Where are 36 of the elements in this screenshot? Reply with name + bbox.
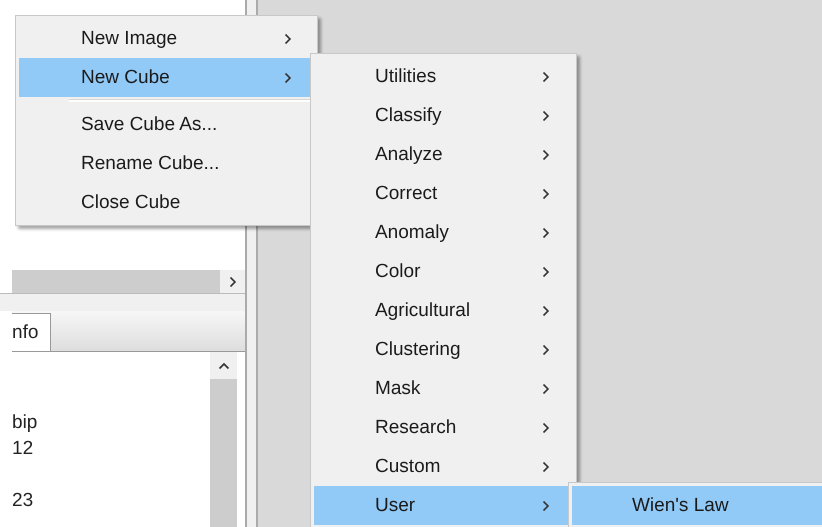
chevron-right-icon bbox=[542, 382, 550, 394]
menu-item[interactable]: Research bbox=[314, 408, 576, 447]
chevron-right-icon bbox=[542, 500, 550, 512]
splitter-bar[interactable] bbox=[0, 293, 245, 311]
info-text: bip bbox=[12, 411, 38, 435]
menu-item[interactable]: Color bbox=[314, 252, 576, 291]
menu-item[interactable]: Custom bbox=[314, 447, 576, 486]
chevron-right-icon bbox=[542, 148, 550, 160]
chevron-up-icon bbox=[218, 362, 230, 370]
menu-item[interactable]: Utilities bbox=[314, 57, 576, 96]
chevron-right-icon bbox=[228, 276, 236, 288]
menu-item[interactable]: Wien's Law bbox=[572, 486, 822, 525]
info-text: 23 bbox=[12, 489, 34, 513]
vertical-scrollbar[interactable] bbox=[210, 352, 237, 527]
menu-item[interactable]: Mask bbox=[314, 369, 576, 408]
menu-item[interactable]: Clustering bbox=[314, 330, 576, 369]
chevron-right-icon bbox=[542, 344, 550, 356]
chevron-right-icon bbox=[542, 266, 550, 278]
menu-item[interactable]: Analyze bbox=[314, 135, 576, 174]
chevron-right-icon bbox=[542, 304, 550, 316]
chevron-right-icon bbox=[542, 460, 550, 472]
info-text: 12 bbox=[12, 437, 34, 461]
horizontal-scrollbar[interactable] bbox=[12, 270, 245, 293]
chevron-right-icon bbox=[284, 72, 292, 84]
chevron-right-icon bbox=[542, 110, 550, 122]
menu-item[interactable]: Anomaly bbox=[314, 213, 576, 252]
menu-item[interactable]: New Image bbox=[19, 19, 317, 58]
chevron-right-icon bbox=[542, 70, 550, 82]
chevron-right-icon bbox=[542, 226, 550, 238]
chevron-right-icon bbox=[542, 188, 550, 200]
menu-item[interactable]: Agricultural bbox=[314, 291, 576, 330]
chevron-right-icon bbox=[284, 32, 292, 44]
menu-item[interactable]: Correct bbox=[314, 174, 576, 213]
info-tab[interactable]: nfo bbox=[12, 313, 52, 351]
menu-item[interactable]: Classify bbox=[314, 96, 576, 135]
chevron-right-icon bbox=[542, 422, 550, 434]
